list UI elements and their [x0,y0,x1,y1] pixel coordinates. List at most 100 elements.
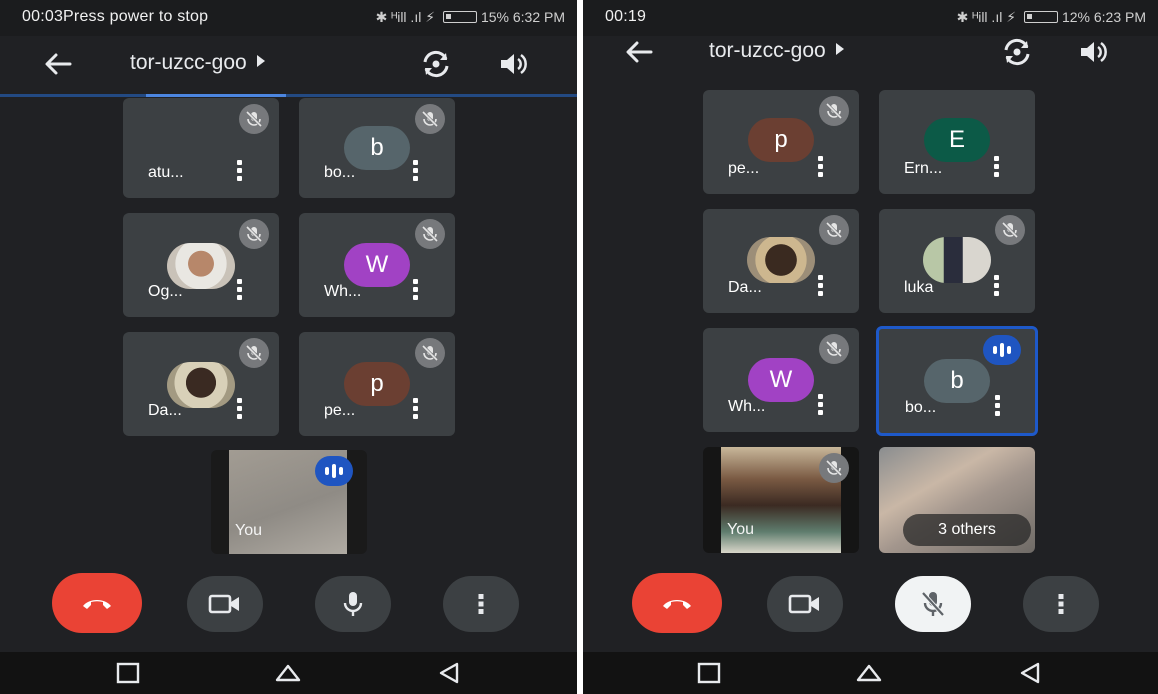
record-timer: 00:03 [22,8,64,25]
more-vert-icon[interactable] [237,398,243,420]
end-call-button[interactable] [52,573,142,633]
avatar: W [748,358,814,402]
participant-tile[interactable]: luka [879,209,1035,313]
nav-home-icon[interactable] [854,660,884,686]
camera-icon [788,594,819,614]
more-vert-icon[interactable] [818,394,824,416]
mic-off-icon [819,334,849,364]
participant-tile[interactable]: Da... [703,209,859,313]
more-vert-icon[interactable] [995,395,1001,417]
more-vert-icon[interactable] [818,156,824,178]
self-video-tile[interactable]: You [703,447,859,553]
meeting-app-bar: tor-uzcc-goo [583,24,1158,82]
participant-tile[interactable]: atu... [123,98,279,198]
camera-toggle-button[interactable] [187,576,263,632]
battery-icon [442,11,477,23]
meeting-app-bar: tor-uzcc-goo [0,36,577,94]
participant-tile[interactable]: W Wh... [703,328,859,432]
more-vert-icon[interactable] [237,279,243,301]
more-options-button[interactable] [1023,576,1099,632]
participant-tile[interactable]: E Ern... [879,90,1035,194]
participant-name: bo... [324,164,356,181]
self-video-tile[interactable]: You [211,450,367,554]
nav-back-icon[interactable] [433,660,463,686]
mic-off-icon [995,215,1025,245]
caret-right-icon [835,43,844,55]
participant-name: Ern... [904,160,943,177]
mic-off-icon [239,338,269,368]
participant-name: luka [904,279,934,296]
mic-off-icon [239,219,269,249]
more-vert-icon[interactable] [413,398,419,420]
mic-off-icon [415,338,445,368]
more-vert-icon[interactable] [237,160,243,182]
left-call-screen: 00:03Press power to stop ✱ ᴴill .ıl ⚡ 15… [0,0,577,694]
more-options-button[interactable] [443,576,519,632]
camera-icon [208,594,239,614]
participant-name: Og... [148,283,183,300]
more-vert-icon[interactable] [413,279,419,301]
speaking-indicator-icon [315,456,353,486]
mic-toggle-button[interactable] [895,576,971,632]
others-tile[interactable]: 3 others [879,447,1035,553]
more-vert-icon[interactable] [413,160,419,182]
participant-tile[interactable]: p pe... [703,90,859,194]
speaking-indicator-icon [983,335,1021,365]
clock: 6:32 PM [512,9,565,25]
others-count-pill[interactable]: 3 others [903,514,1031,546]
self-label: You [727,521,754,538]
end-call-icon [663,600,691,609]
mic-off-icon [921,591,945,617]
record-message: Press power to stop [63,8,209,25]
more-vert-icon[interactable] [994,156,1000,178]
camera-toggle-button[interactable] [767,576,843,632]
back-arrow-icon[interactable] [621,36,657,68]
battery-icon [1023,11,1058,23]
avatar: b [924,359,990,403]
mic-off-icon [415,104,445,134]
status-bar: 00:03Press power to stop ✱ ᴴill .ıl ⚡ 15… [0,0,577,36]
flip-camera-icon[interactable] [999,36,1035,68]
participant-name: bo... [905,399,937,416]
flip-camera-icon[interactable] [418,48,454,80]
self-label: You [235,522,262,539]
participant-name: atu... [148,164,184,181]
participant-tile[interactable]: Da... [123,332,279,436]
participant-name: Wh... [728,398,766,415]
mic-off-icon [415,219,445,249]
participant-tile[interactable]: W Wh... [299,213,455,317]
signal-icons: ✱ ᴴill .ıl ⚡ [375,9,436,25]
mic-icon [343,592,363,616]
avatar: E [924,118,990,162]
end-call-icon [83,600,111,609]
more-vert-icon [1058,594,1064,614]
nav-back-icon[interactable] [1014,660,1044,686]
clock: 6:23 PM [1093,9,1146,25]
nav-recents-icon[interactable] [113,660,143,686]
caret-right-icon [256,55,265,67]
more-vert-icon[interactable] [994,275,1000,297]
nav-recents-icon[interactable] [694,660,724,686]
signal-icons: ✱ ᴴill .ıl ⚡ [956,9,1017,25]
speaker-icon[interactable] [1078,37,1110,67]
participant-tile[interactable]: b bo... [299,98,455,198]
photo-avatar [923,237,991,283]
connection-progress [0,94,577,97]
meeting-title-button[interactable]: tor-uzcc-goo [709,39,844,63]
nav-home-icon[interactable] [273,660,303,686]
speaker-icon[interactable] [498,49,530,79]
avatar: W [344,243,410,287]
end-call-button[interactable] [632,573,722,633]
meeting-title-button[interactable]: tor-uzcc-goo [130,51,265,75]
battery-level: 15% [480,9,509,25]
system-nav-bar [583,652,1158,694]
more-vert-icon[interactable] [818,275,824,297]
participant-tile[interactable]: Og... [123,213,279,317]
back-arrow-icon[interactable] [40,48,76,80]
right-call-screen: 00:19 ✱ ᴴill .ıl ⚡ 12% 6:23 PM tor-uzcc-… [583,0,1158,694]
mic-toggle-button[interactable] [315,576,391,632]
participant-tile[interactable]: p pe... [299,332,455,436]
participant-tile-speaking[interactable]: b bo... [876,326,1038,436]
more-vert-icon [478,594,484,614]
participant-name: Wh... [324,283,362,300]
